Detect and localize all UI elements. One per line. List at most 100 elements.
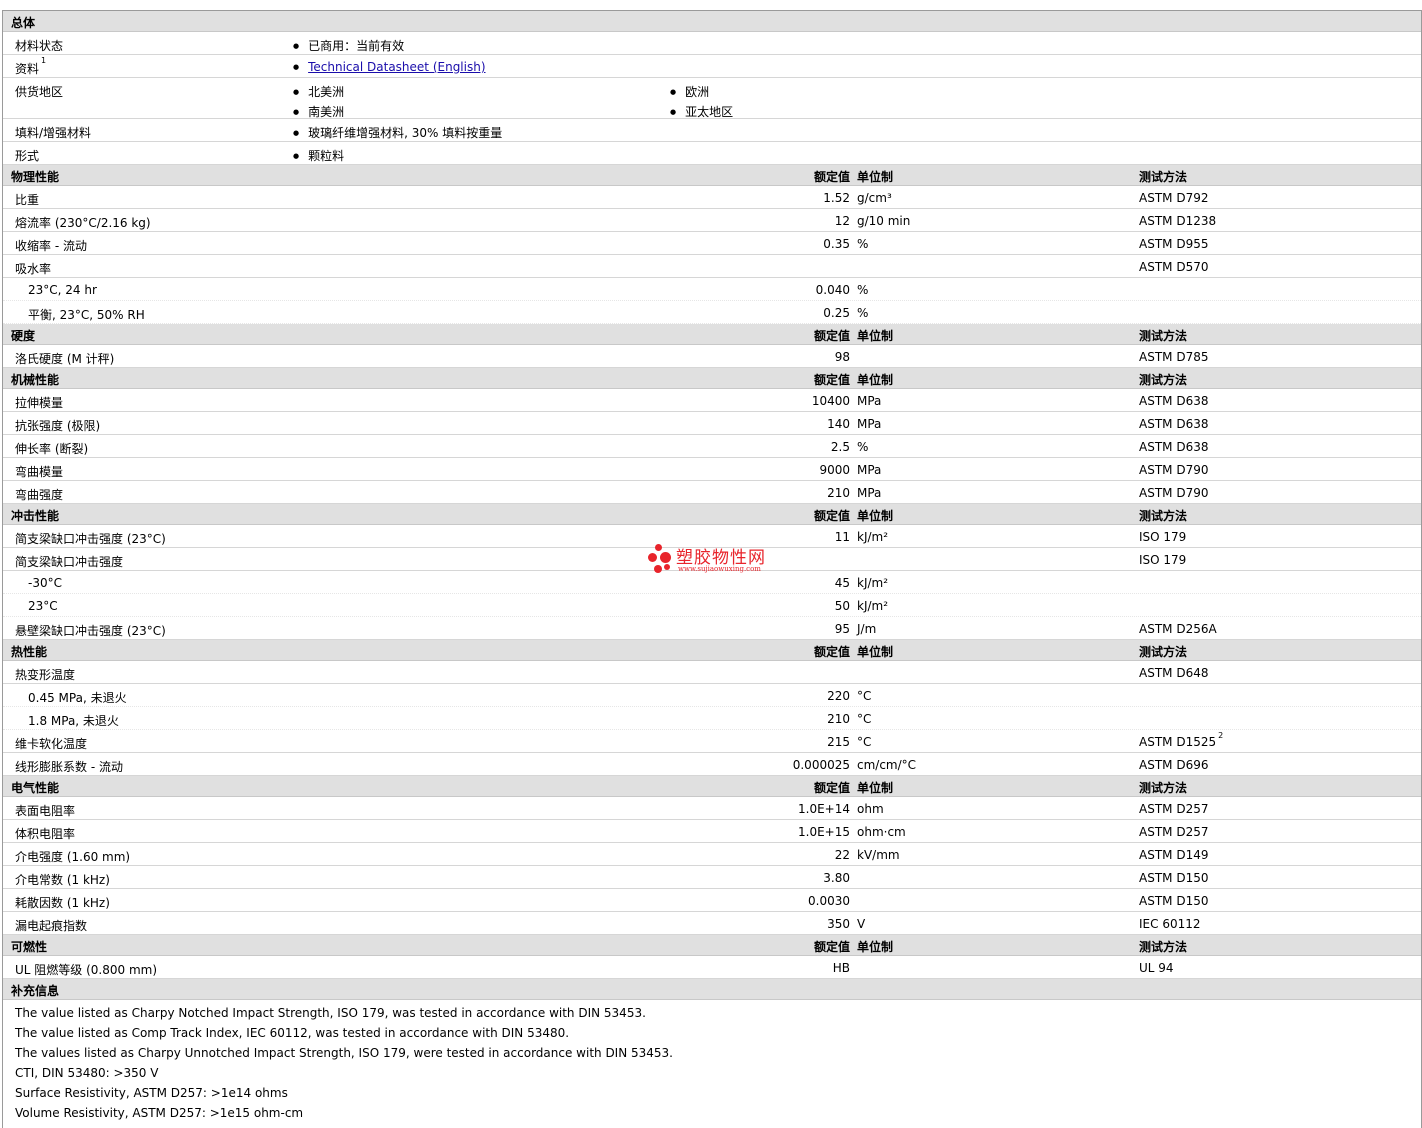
property-unit-text: MPa — [857, 394, 882, 408]
property-unit: g/10 min — [857, 214, 910, 228]
property-unit-text: kJ/m² — [857, 599, 889, 613]
property-row: 维卡软化温度 215 °C ASTM D1525 2 — [3, 730, 1421, 753]
property-unit-text: °C — [857, 735, 872, 749]
property-label: 0.45 MPa, 未退火 — [28, 689, 127, 706]
section-title: 硬度 — [11, 329, 36, 343]
watermark-logo: 塑胶物性网 www.sujiaowuxing.com — [648, 543, 788, 579]
property-unit: ohm — [857, 802, 884, 816]
test-method-text: ASTM D792 — [1139, 191, 1209, 205]
property-row: 弯曲模量 9000 MPa ASTM D790 — [3, 458, 1421, 481]
test-method-text: ASTM D790 — [1139, 486, 1209, 500]
property-value: 0.040 — [816, 283, 850, 297]
property-unit: cm/cm/°C — [857, 758, 916, 772]
property-unit-text: g/cm³ — [857, 191, 892, 205]
test-method-text: ASTM D257 — [1139, 802, 1209, 816]
datasheet-link-item: Technical Datasheet (English) — [293, 60, 485, 74]
property-value: 1.52 — [823, 191, 850, 205]
property-row: 伸长率 (断裂) 2.5% ASTM D638 — [3, 435, 1421, 458]
property-value: 350 — [827, 917, 850, 931]
section-header: 热性能 额定值 单位制 测试方法 — [3, 640, 1421, 661]
property-value: 50 — [835, 599, 850, 613]
note-line: The value listed as Charpy Notched Impac… — [15, 1006, 646, 1020]
property-row: 23°C, 24 hr 0.040% — [3, 278, 1421, 301]
property-label-text: 1.8 MPa, 未退火 — [28, 714, 119, 728]
property-unit: % — [857, 237, 868, 251]
test-method: ASTM D638 — [1139, 440, 1208, 454]
row-label: 资料1 — [15, 56, 47, 76]
property-row: 抗张强度 (极限) 140 MPa ASTM D638 — [3, 412, 1421, 435]
test-method: ASTM D955 — [1139, 237, 1208, 251]
property-value-text: 11 — [834, 530, 850, 544]
property-unit-text: kV/mm — [857, 848, 900, 862]
test-method: ASTM D570 — [1139, 260, 1208, 274]
property-label-text: 伸长率 (断裂) — [15, 442, 89, 456]
property-unit: kV/mm — [857, 848, 900, 862]
property-row: UL 阻燃等级 (0.800 mm) HB UL 94 — [3, 956, 1421, 979]
section-header: 可燃性 额定值 单位制 测试方法 — [3, 935, 1421, 956]
test-method: ASTM D790 — [1139, 486, 1208, 500]
property-value-text: 9000 — [819, 463, 850, 477]
test-method: ASTM D257 — [1139, 825, 1208, 839]
property-label-text: 简支梁缺口冲击强度 (23°C) — [15, 532, 166, 546]
property-unit: kJ/m² — [857, 599, 888, 613]
property-label-text: 维卡软化温度 — [15, 737, 88, 751]
note-line: Volume Resistivity, ASTM D257: >1e15 ohm… — [15, 1106, 304, 1120]
region-item: 南美洲 — [293, 103, 344, 120]
property-label-text: 体积电阻率 — [15, 827, 76, 841]
property-unit: kJ/m² — [857, 530, 888, 544]
property-value-text: 0.000025 — [792, 758, 850, 772]
test-method: ASTM D648 — [1139, 666, 1208, 680]
section-title: 热性能 — [11, 645, 48, 659]
property-label: 抗张强度 (极限) — [15, 417, 100, 434]
test-method: ASTM D1238 — [1139, 214, 1216, 228]
test-method-text: ASTM D149 — [1139, 848, 1209, 862]
property-value: 3.80 — [823, 871, 850, 885]
section-title: 冲击性能 — [11, 509, 60, 523]
section-title: 机械性能 — [11, 373, 60, 387]
property-unit: °C — [857, 689, 871, 703]
column-header-nominal: 额定值 — [813, 509, 850, 523]
property-row: 弯曲强度 210 MPa ASTM D790 — [3, 481, 1421, 504]
test-method: ASTM D256A — [1139, 622, 1217, 636]
property-row: 熔流率 (230°C/2.16 kg) 12 g/10 min ASTM D1238 — [3, 209, 1421, 232]
property-row: 线形膨胀系数 - 流动 0.000025 cm/cm/°C ASTM D696 — [3, 753, 1421, 776]
test-method-text: ASTM D570 — [1139, 260, 1209, 274]
property-label-text: 热变形温度 — [15, 668, 76, 682]
property-row: 漏电起痕指数 350 V IEC 60112 — [3, 912, 1421, 935]
column-header-method: 测试方法 — [1139, 373, 1188, 387]
test-method: ISO 179 — [1139, 530, 1186, 544]
property-value: 140 — [827, 417, 850, 431]
test-method: ASTM D696 — [1139, 758, 1208, 772]
property-label-text: UL 阻燃等级 (0.800 mm) — [15, 963, 158, 977]
property-label-text: -30°C — [28, 576, 62, 590]
general-row-regions: 供货地区 北美洲 欧洲 南美洲 亚太地区 — [3, 78, 1421, 119]
property-unit-text: MPa — [857, 417, 882, 431]
property-label: 弯曲模量 — [15, 463, 63, 480]
property-value-text: 98 — [834, 350, 850, 364]
test-method: ASTM D792 — [1139, 191, 1208, 205]
property-value-text: 50 — [834, 599, 850, 613]
column-header-nominal: 额定值 — [813, 645, 850, 659]
property-label: 简支梁缺口冲击强度 — [15, 553, 123, 570]
property-label-text: 吸水率 — [15, 262, 52, 276]
property-row: 平衡, 23°C, 50% RH 0.25% — [3, 301, 1421, 324]
test-method-text: ASTM D150 — [1139, 894, 1209, 908]
property-unit-text: °C — [857, 689, 872, 703]
property-label: 23°C — [28, 599, 58, 613]
property-unit-text: MPa — [857, 463, 882, 477]
property-row: 介电常数 (1 kHz) 3.80 ASTM D150 — [3, 866, 1421, 889]
column-header-method: 测试方法 — [1139, 509, 1188, 523]
property-value-text: 0.25 — [823, 306, 850, 320]
property-row: 23°C 50 kJ/m² — [3, 594, 1421, 617]
property-label-text: 23°C — [28, 599, 58, 613]
row-value: 已商用：当前有效 — [293, 37, 404, 54]
property-value: 0.0030 — [808, 894, 850, 908]
property-label: 耗散因数 (1 kHz) — [15, 894, 110, 911]
test-method: ASTM D150 — [1139, 871, 1208, 885]
column-header-nominal: 额定值 — [813, 329, 850, 343]
note-line: CTI, DIN 53480: >350 V — [15, 1066, 159, 1080]
property-row: 表面电阻率 1.0E+14 ohm ASTM D257 — [3, 797, 1421, 820]
technical-datasheet-link[interactable]: Technical Datasheet (English) — [308, 60, 485, 74]
property-unit-text: °C — [857, 712, 872, 726]
property-unit-text: ohm — [857, 802, 884, 816]
